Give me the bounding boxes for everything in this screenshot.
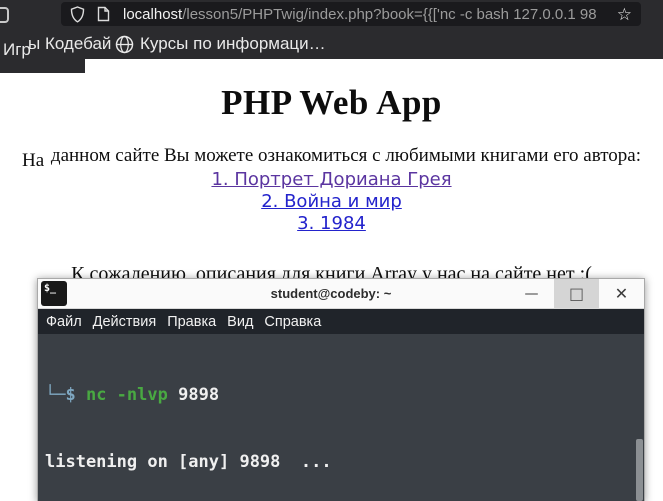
terminal-window: $_ student@codeby: ~ — □ ✕ Файл Действия… <box>37 278 645 501</box>
terminal-app-icon: $_ <box>41 281 67 306</box>
terminal-menubar: Файл Действия Правка Вид Справка <box>38 309 644 334</box>
bookmarks-bar: Игр ы Кодебай Курсы по информаци… <box>0 28 663 59</box>
screenshot-root: localhost/lesson5/PHPTwig/index.php?book… <box>0 0 663 501</box>
terminal-line: listening on [any] 9898 ... <box>45 452 332 473</box>
book-link-3[interactable]: 3. 1984 <box>0 213 663 235</box>
shield-permissions-icon[interactable] <box>70 5 85 23</box>
intro-text: На данном сайте Вы можете ознакомиться с… <box>0 145 663 171</box>
terminal-icon-glyph: $_ <box>44 283 57 294</box>
menu-actions[interactable]: Действия <box>93 314 157 330</box>
terminal-titlebar[interactable]: $_ student@codeby: ~ — □ ✕ <box>38 279 644 309</box>
menu-edit[interactable]: Правка <box>167 314 216 330</box>
command-text: nc -nlvp <box>85 384 168 405</box>
book-link-2[interactable]: 2. Война и мир <box>0 191 663 213</box>
terminal-output[interactable]: └─$ nc -nlvp 9898 listening on [any] 989… <box>38 334 644 501</box>
page-info-icon[interactable] <box>97 6 110 22</box>
bookmark-courses[interactable]: Курсы по информаци… <box>140 34 326 54</box>
shell-prompt: └─$ <box>45 384 76 405</box>
page-title: PHP Web App <box>221 83 442 122</box>
url-path: /lesson5/PHPTwig/index.php?book={{['nc -… <box>182 5 597 23</box>
maximize-button[interactable]: □ <box>554 279 599 308</box>
terminal-title: student@codeby: ~ <box>270 286 392 301</box>
url-text[interactable]: localhost/lesson5/PHPTwig/index.php?book… <box>123 6 611 23</box>
menu-view[interactable]: Вид <box>227 314 253 330</box>
close-button[interactable]: ✕ <box>599 279 644 308</box>
menu-file[interactable]: Файл <box>46 314 82 330</box>
command-arg: 9898 <box>178 384 220 405</box>
minimize-button[interactable]: — <box>509 279 554 308</box>
terminal-prompt-line: └─$ nc -nlvp 9898 <box>45 384 644 406</box>
browser-toolbar: localhost/lesson5/PHPTwig/index.php?book… <box>0 0 663 28</box>
intro-rest: данном сайте Вы можете ознакомиться с лю… <box>50 145 641 166</box>
bookmark-star-icon[interactable]: ☆ <box>617 6 632 23</box>
bookmark-games-label-part[interactable]: Игр <box>3 40 31 60</box>
book-links: 1. Портрет Дориана Грея 2. Война и мир 3… <box>0 169 663 235</box>
window-controls: — □ ✕ <box>509 279 644 308</box>
bookmark-codeby[interactable]: ы Кодебай <box>28 34 111 54</box>
globe-icon <box>115 35 134 54</box>
scrollbar-thumb[interactable] <box>636 439 643 501</box>
book-link-1[interactable]: 1. Портрет Дориана Грея <box>0 169 663 191</box>
partial-extension-icon[interactable] <box>0 7 9 23</box>
intro-lead-word: На <box>22 150 45 171</box>
url-host: localhost <box>123 5 183 23</box>
url-bar[interactable]: localhost/lesson5/PHPTwig/index.php?book… <box>61 2 641 26</box>
web-page: PHP Web App На данном сайте Вы можете оз… <box>0 59 663 286</box>
menu-help[interactable]: Справка <box>264 314 321 330</box>
